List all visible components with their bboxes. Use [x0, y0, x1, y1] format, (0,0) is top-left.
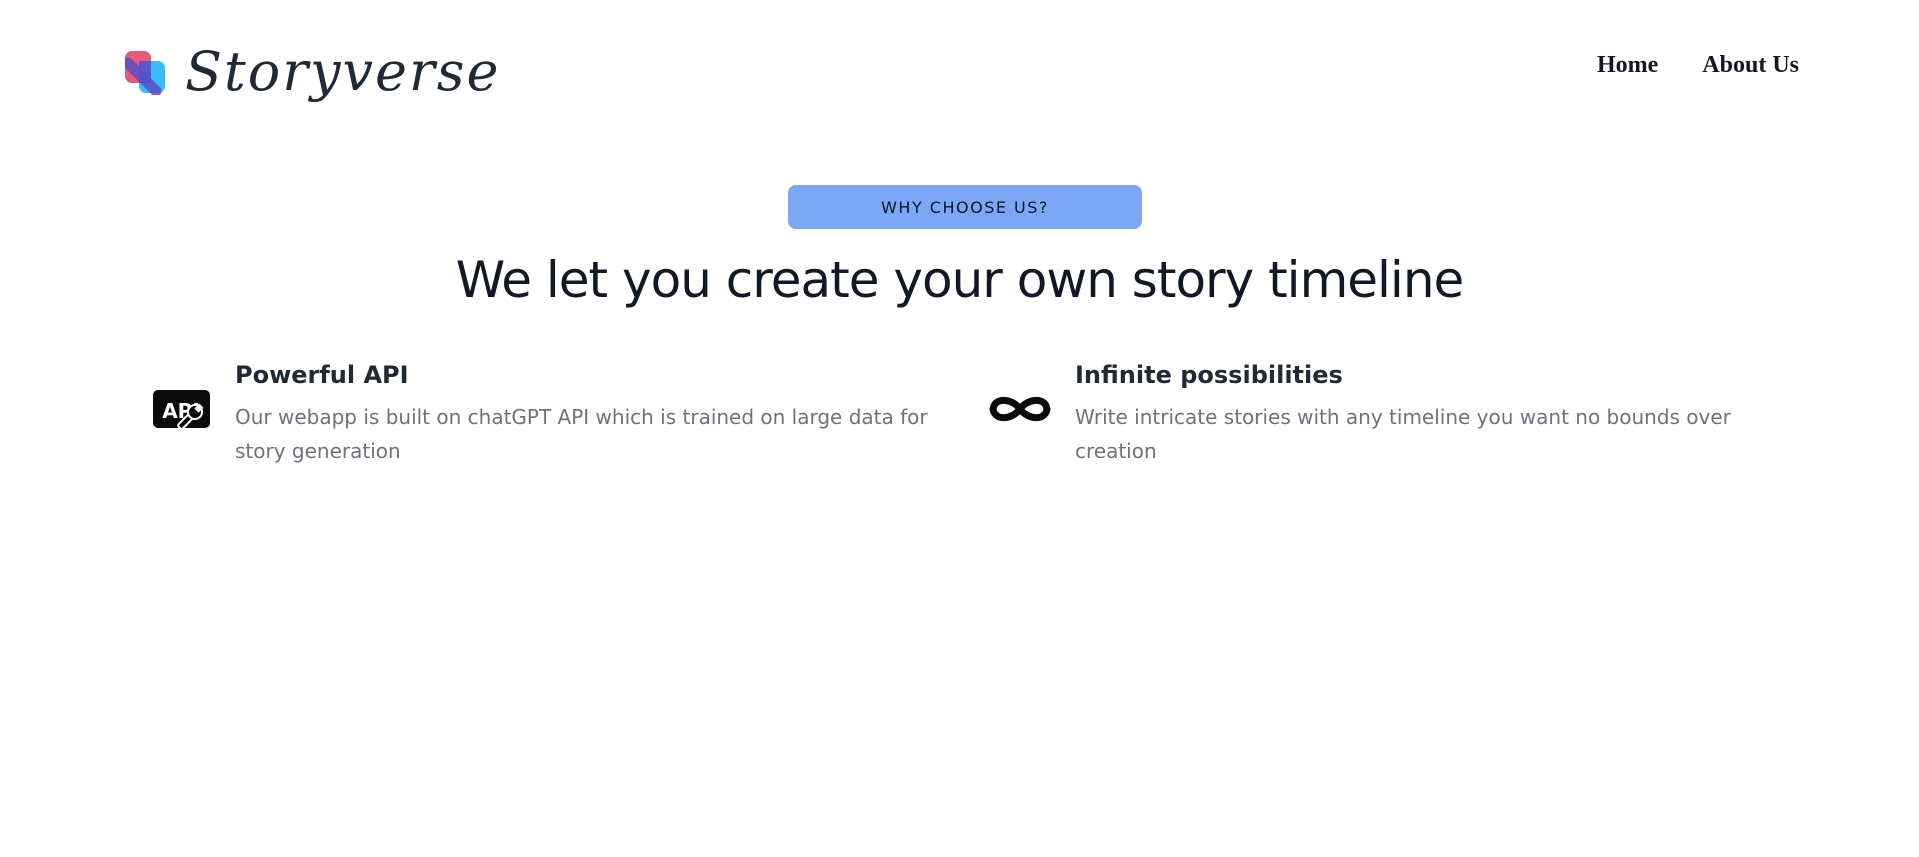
feature-body: Infinite possibilities Write intricate s…: [1075, 360, 1745, 468]
feature-body: Powerful API Our webapp is built on chat…: [235, 360, 930, 468]
brand-logo-icon: [125, 51, 165, 95]
infinity-icon: [985, 374, 1055, 444]
nav-home-link[interactable]: Home: [1597, 52, 1658, 79]
feature-infinite-possibilities: Infinite possibilities Write intricate s…: [985, 360, 1745, 468]
api-icon: API: [150, 374, 220, 444]
feature-description: Our webapp is built on chatGPT API which…: [235, 405, 928, 463]
site-header: Storyverse Home About Us: [0, 0, 1919, 140]
feature-description: Write intricate stories with any timelin…: [1075, 405, 1731, 463]
feature-title: Infinite possibilities: [1075, 361, 1343, 389]
main-nav: Home About Us: [1597, 52, 1799, 79]
brand-home-link[interactable]: Storyverse: [125, 40, 500, 104]
brand-name: Storyverse: [185, 40, 501, 103]
feature-powerful-api: API Powerful API Our webapp is built on …: [150, 360, 930, 468]
section-headline: We let you create your own story timelin…: [455, 251, 1465, 309]
nav-about-us-link[interactable]: About Us: [1702, 52, 1799, 79]
feature-title: Powerful API: [235, 361, 409, 389]
why-choose-us-badge: WHY CHOOSE US?: [788, 185, 1142, 229]
